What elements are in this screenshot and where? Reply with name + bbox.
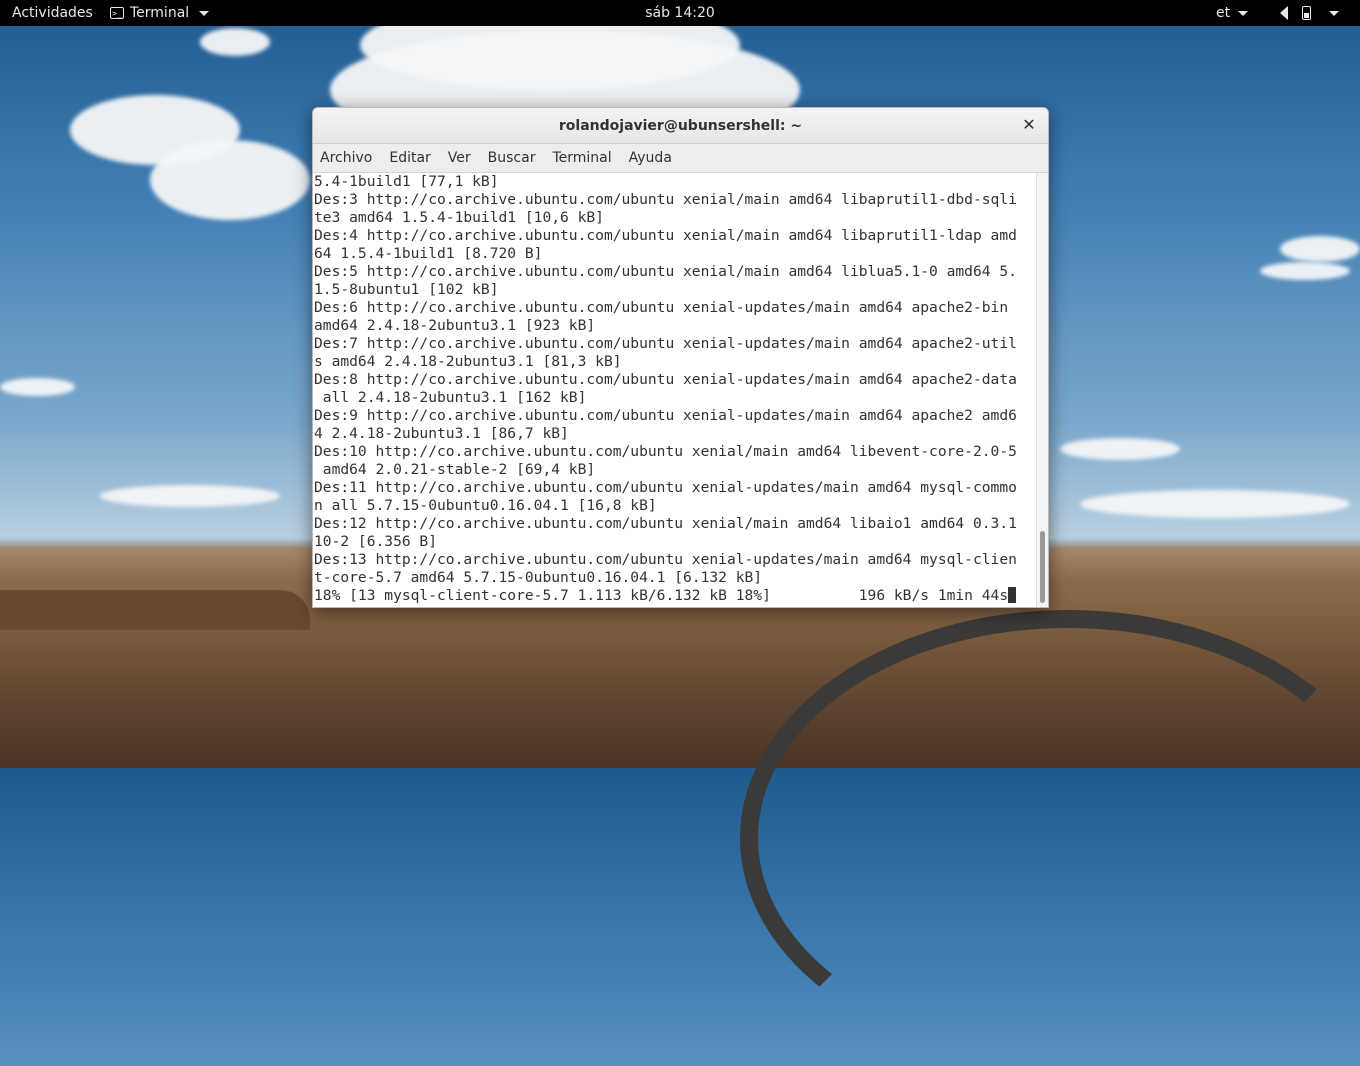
terminal-line: 10-2 [6.356 B]: [314, 533, 438, 550]
terminal-line: Des:4 http://co.archive.ubuntu.com/ubunt…: [314, 227, 1017, 244]
terminal-line: Des:13 http://co.archive.ubuntu.com/ubun…: [314, 551, 1017, 568]
top-bar: Actividades >_ Terminal sáb 14:20 et: [0, 0, 1360, 26]
keyboard-layout-label: et: [1216, 5, 1231, 21]
progress-line: 18% [13 mysql-client-core-5.7 1.113 kB/6…: [314, 587, 1036, 605]
cloud: [1280, 236, 1360, 262]
terminal-line: 1.5-8ubuntu1 [102 kB]: [314, 281, 499, 298]
keyboard-layout-menu[interactable]: et: [1216, 0, 1249, 26]
terminal-area[interactable]: 5.4-1build1 [77,1 kB] Des:3 http://co.arc…: [313, 173, 1048, 607]
battery-icon: [1302, 6, 1311, 20]
terminal-line: amd64 2.4.18-2ubuntu3.1 [923 kB]: [314, 317, 596, 334]
terminal-window: rolandojavier@ubunsershell: ~ ✕ Archivo …: [312, 107, 1049, 608]
cloud: [100, 485, 280, 507]
terminal-line: 4 2.4.18-2ubuntu3.1 [86,7 kB]: [314, 425, 569, 442]
terminal-line: Des:11 http://co.archive.ubuntu.com/ubun…: [314, 479, 1017, 496]
mesa: [0, 590, 310, 630]
menu-buscar[interactable]: Buscar: [488, 150, 536, 166]
app-menu[interactable]: >_ Terminal: [110, 0, 210, 26]
terminal-line: t-core-5.7 amd64 5.7.15-0ubuntu0.16.04.1…: [314, 569, 763, 586]
menu-archivo[interactable]: Archivo: [320, 150, 372, 166]
terminal-output: 5.4-1build1 [77,1 kB] Des:3 http://co.arc…: [314, 173, 1036, 607]
cloud: [150, 140, 310, 220]
window-title: rolandojavier@ubunsershell: ~: [558, 117, 803, 134]
system-menu[interactable]: [1280, 0, 1339, 26]
cloud: [0, 378, 75, 396]
window-titlebar[interactable]: rolandojavier@ubunsershell: ~ ✕: [313, 108, 1048, 144]
chevron-down-icon: [1329, 10, 1339, 16]
app-menu-label: Terminal: [130, 5, 190, 21]
terminal-line: n all 5.7.15-0ubuntu0.16.04.1 [16,8 kB]: [314, 497, 657, 514]
menu-terminal[interactable]: Terminal: [552, 150, 611, 166]
terminal-line: Des:7 http://co.archive.ubuntu.com/ubunt…: [314, 335, 1017, 352]
menu-ver[interactable]: Ver: [448, 150, 471, 166]
terminal-line: amd64 2.0.21-stable-2 [69,4 kB]: [314, 461, 596, 478]
chevron-down-icon: [199, 10, 210, 16]
terminal-line: Des:12 http://co.archive.ubuntu.com/ubun…: [314, 515, 1017, 532]
cloud: [200, 28, 270, 56]
activities-button[interactable]: Actividades: [12, 0, 93, 26]
road: [740, 610, 1360, 1066]
terminal-line: Des:3 http://co.archive.ubuntu.com/ubunt…: [314, 191, 1017, 208]
terminal-line: s amd64 2.4.18-2ubuntu3.1 [81,3 kB]: [314, 353, 622, 370]
scrollbar-thumb[interactable]: [1040, 531, 1045, 603]
terminal-line: Des:10 http://co.archive.ubuntu.com/ubun…: [314, 443, 1017, 460]
scrollbar[interactable]: [1036, 173, 1048, 607]
chevron-down-icon: [1238, 10, 1249, 16]
terminal-line: 5.4-1build1 [77,1 kB]: [314, 173, 499, 190]
terminal-icon: >_: [110, 7, 124, 19]
terminal-line: Des:6 http://co.archive.ubuntu.com/ubunt…: [314, 299, 1017, 316]
menu-bar: Archivo Editar Ver Buscar Terminal Ayuda: [313, 144, 1048, 173]
cloud: [1080, 490, 1350, 518]
text-cursor: [1008, 587, 1017, 603]
terminal-line: te3 amd64 1.5.4-1build1 [10,6 kB]: [314, 209, 604, 226]
clock[interactable]: sáb 14:20: [620, 0, 740, 26]
speaker-icon: [1280, 6, 1288, 20]
terminal-line: Des:9 http://co.archive.ubuntu.com/ubunt…: [314, 407, 1017, 424]
menu-editar[interactable]: Editar: [389, 150, 430, 166]
cloud: [1060, 438, 1180, 460]
cloud: [1260, 262, 1350, 280]
terminal-line: 64 1.5.4-1build1 [8.720 B]: [314, 245, 543, 262]
close-icon[interactable]: ✕: [1020, 116, 1038, 134]
terminal-line: all 2.4.18-2ubuntu3.1 [162 kB]: [314, 389, 587, 406]
menu-ayuda[interactable]: Ayuda: [629, 150, 672, 166]
terminal-line: Des:8 http://co.archive.ubuntu.com/ubunt…: [314, 371, 1017, 388]
terminal-line: Des:5 http://co.archive.ubuntu.com/ubunt…: [314, 263, 1017, 280]
